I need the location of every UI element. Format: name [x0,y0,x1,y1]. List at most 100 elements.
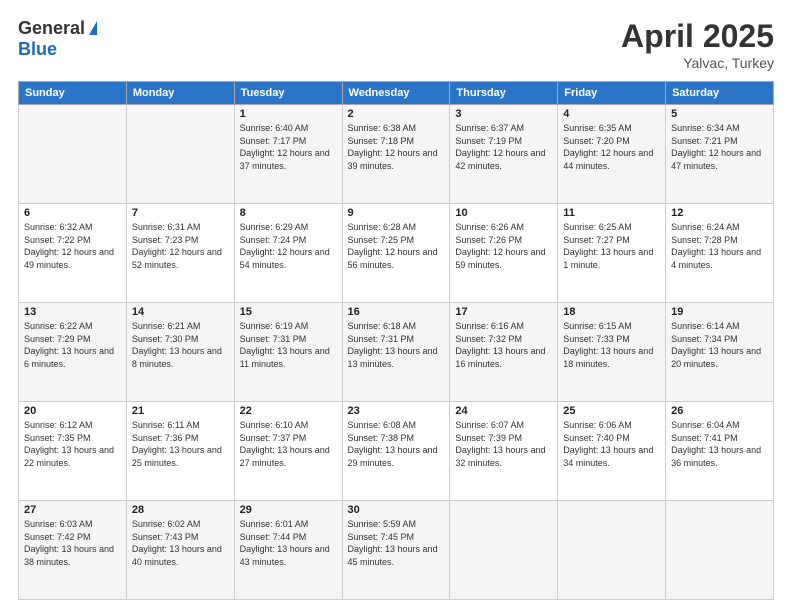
day-number: 2 [348,108,445,120]
calendar-cell: 22 Sunrise: 6:10 AMSunset: 7:37 PMDayligh… [234,402,342,501]
day-info: Sunrise: 6:37 AMSunset: 7:19 PMDaylight:… [455,122,552,172]
calendar-cell: 29 Sunrise: 6:01 AMSunset: 7:44 PMDayligh… [234,501,342,600]
calendar-cell: 16 Sunrise: 6:18 AMSunset: 7:31 PMDayligh… [342,303,450,402]
day-info: Sunrise: 6:16 AMSunset: 7:32 PMDaylight:… [455,320,552,370]
logo: General Blue [18,18,97,60]
day-number: 26 [671,405,768,417]
calendar-cell: 3 Sunrise: 6:37 AMSunset: 7:19 PMDaylight… [450,105,558,204]
day-info: Sunrise: 6:10 AMSunset: 7:37 PMDaylight:… [240,419,337,469]
calendar-cell: 17 Sunrise: 6:16 AMSunset: 7:32 PMDayligh… [450,303,558,402]
weekday-header: Wednesday [342,82,450,105]
day-info: Sunrise: 6:24 AMSunset: 7:28 PMDaylight:… [671,221,768,271]
day-number: 14 [132,306,229,318]
calendar-cell: 23 Sunrise: 6:08 AMSunset: 7:38 PMDayligh… [342,402,450,501]
calendar-cell: 4 Sunrise: 6:35 AMSunset: 7:20 PMDaylight… [558,105,666,204]
title-month: April 2025 [621,18,774,55]
calendar-cell: 15Sunrise: 6:19 AMSunset: 7:31 PMDayligh… [234,303,342,402]
calendar-cell: 27Sunrise: 6:03 AMSunset: 7:42 PMDayligh… [19,501,127,600]
weekday-header: Monday [126,82,234,105]
day-number: 30 [348,504,445,516]
calendar-cell: 25 Sunrise: 6:06 AMSunset: 7:40 PMDayligh… [558,402,666,501]
day-number: 5 [671,108,768,120]
day-info: Sunrise: 6:04 AMSunset: 7:41 PMDaylight:… [671,419,768,469]
calendar-cell: 20Sunrise: 6:12 AMSunset: 7:35 PMDayligh… [19,402,127,501]
weekday-header: Sunday [19,82,127,105]
calendar-cell: 13 Sunrise: 6:22 AMSunset: 7:29 PMDayligh… [19,303,127,402]
day-number: 10 [455,207,552,219]
calendar-cell [450,501,558,600]
calendar-cell: 8 Sunrise: 6:29 AMSunset: 7:24 PMDaylight… [234,204,342,303]
day-info: Sunrise: 6:15 AMSunset: 7:33 PMDaylight:… [563,320,660,370]
day-info: Sunrise: 6:31 AMSunset: 7:23 PMDaylight:… [132,221,229,271]
calendar-cell: 1 Sunrise: 6:40 AMSunset: 7:17 PMDaylight… [234,105,342,204]
day-info: Sunrise: 6:12 AMSunset: 7:35 PMDaylight:… [24,419,121,469]
calendar-week: 1 Sunrise: 6:40 AMSunset: 7:17 PMDaylight… [19,105,774,204]
day-info: Sunrise: 6:11 AMSunset: 7:36 PMDaylight:… [132,419,229,469]
day-number: 16 [348,306,445,318]
day-number: 17 [455,306,552,318]
logo-text: General [18,18,97,39]
day-number: 25 [563,405,660,417]
day-number: 29 [240,504,337,516]
day-number: 11 [563,207,660,219]
day-number: 9 [348,207,445,219]
calendar-week: 20Sunrise: 6:12 AMSunset: 7:35 PMDayligh… [19,402,774,501]
day-number: 19 [671,306,768,318]
day-info: Sunrise: 6:28 AMSunset: 7:25 PMDaylight:… [348,221,445,271]
day-info: Sunrise: 6:07 AMSunset: 7:39 PMDaylight:… [455,419,552,469]
calendar: SundayMondayTuesdayWednesdayThursdayFrid… [18,81,774,600]
calendar-cell: 10 Sunrise: 6:26 AMSunset: 7:26 PMDayligh… [450,204,558,303]
calendar-cell: 7 Sunrise: 6:31 AMSunset: 7:23 PMDaylight… [126,204,234,303]
day-info: Sunrise: 6:06 AMSunset: 7:40 PMDaylight:… [563,419,660,469]
day-number: 13 [24,306,121,318]
day-info: Sunrise: 6:18 AMSunset: 7:31 PMDaylight:… [348,320,445,370]
day-number: 24 [455,405,552,417]
calendar-cell [19,105,127,204]
calendar-cell: 2 Sunrise: 6:38 AMSunset: 7:18 PMDaylight… [342,105,450,204]
weekday-row: SundayMondayTuesdayWednesdayThursdayFrid… [19,82,774,105]
weekday-header: Tuesday [234,82,342,105]
calendar-cell [558,501,666,600]
day-info: Sunrise: 6:19 AMSunset: 7:31 PMDaylight:… [240,320,337,370]
day-info: Sunrise: 6:22 AMSunset: 7:29 PMDaylight:… [24,320,121,370]
day-number: 23 [348,405,445,417]
weekday-header: Friday [558,82,666,105]
day-info: Sunrise: 6:40 AMSunset: 7:17 PMDaylight:… [240,122,337,172]
calendar-cell: 5Sunrise: 6:34 AMSunset: 7:21 PMDaylight… [666,105,774,204]
day-number: 28 [132,504,229,516]
day-info: Sunrise: 6:26 AMSunset: 7:26 PMDaylight:… [455,221,552,271]
day-number: 18 [563,306,660,318]
logo-blue: Blue [18,39,57,60]
day-info: Sunrise: 6:35 AMSunset: 7:20 PMDaylight:… [563,122,660,172]
calendar-cell [126,105,234,204]
day-info: Sunrise: 6:01 AMSunset: 7:44 PMDaylight:… [240,518,337,568]
day-number: 8 [240,207,337,219]
header: General Blue April 2025 Yalvac, Turkey [18,18,774,71]
day-number: 4 [563,108,660,120]
calendar-cell: 18 Sunrise: 6:15 AMSunset: 7:33 PMDayligh… [558,303,666,402]
title-location: Yalvac, Turkey [621,55,774,71]
calendar-body: 1 Sunrise: 6:40 AMSunset: 7:17 PMDaylight… [19,105,774,600]
calendar-cell: 28 Sunrise: 6:02 AMSunset: 7:43 PMDayligh… [126,501,234,600]
calendar-header: SundayMondayTuesdayWednesdayThursdayFrid… [19,82,774,105]
calendar-cell: 6Sunrise: 6:32 AMSunset: 7:22 PMDaylight… [19,204,127,303]
calendar-week: 27Sunrise: 6:03 AMSunset: 7:42 PMDayligh… [19,501,774,600]
calendar-week: 13 Sunrise: 6:22 AMSunset: 7:29 PMDayligh… [19,303,774,402]
day-number: 22 [240,405,337,417]
day-number: 7 [132,207,229,219]
logo-general: General [18,18,85,39]
calendar-cell: 14 Sunrise: 6:21 AMSunset: 7:30 PMDayligh… [126,303,234,402]
calendar-cell [666,501,774,600]
day-info: Sunrise: 6:25 AMSunset: 7:27 PMDaylight:… [563,221,660,271]
day-number: 27 [24,504,121,516]
day-info: Sunrise: 6:29 AMSunset: 7:24 PMDaylight:… [240,221,337,271]
day-number: 3 [455,108,552,120]
calendar-cell: 12Sunrise: 6:24 AMSunset: 7:28 PMDayligh… [666,204,774,303]
day-info: Sunrise: 6:14 AMSunset: 7:34 PMDaylight:… [671,320,768,370]
day-info: Sunrise: 6:38 AMSunset: 7:18 PMDaylight:… [348,122,445,172]
weekday-header: Saturday [666,82,774,105]
day-info: Sunrise: 6:21 AMSunset: 7:30 PMDaylight:… [132,320,229,370]
day-number: 1 [240,108,337,120]
day-info: Sunrise: 6:02 AMSunset: 7:43 PMDaylight:… [132,518,229,568]
day-info: Sunrise: 6:08 AMSunset: 7:38 PMDaylight:… [348,419,445,469]
